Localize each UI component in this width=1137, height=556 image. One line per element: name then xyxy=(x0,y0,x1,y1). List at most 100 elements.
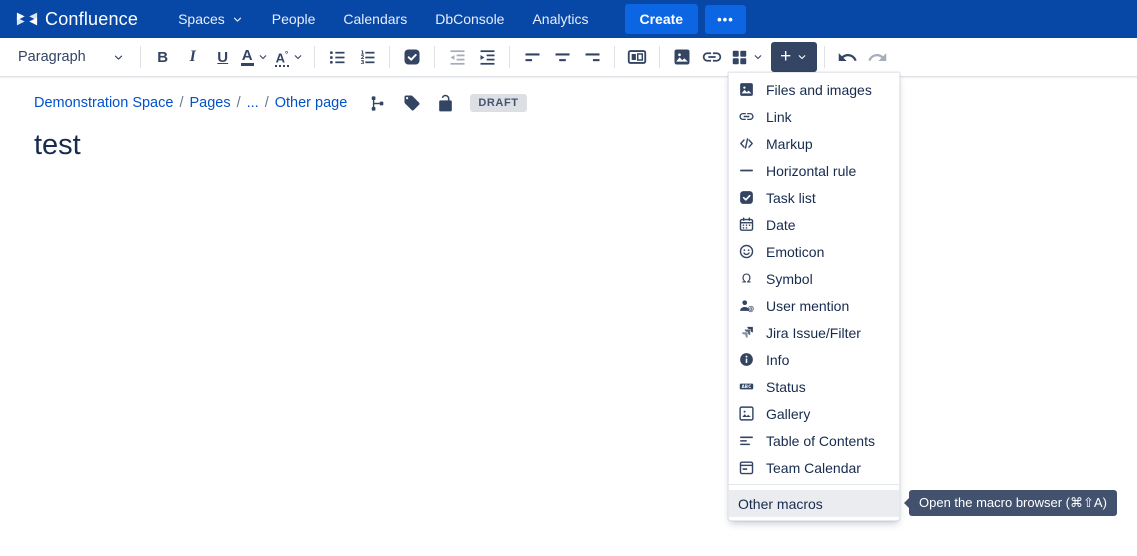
symbol-icon xyxy=(738,270,755,287)
more-text-styles-button[interactable]: A° xyxy=(272,42,308,72)
user-mention-icon xyxy=(738,297,755,314)
ellipsis-icon: ••• xyxy=(717,12,734,27)
insert-menu-item[interactable]: Team Calendar xyxy=(729,454,899,481)
markup-icon xyxy=(738,135,755,152)
chevron-down-icon xyxy=(292,51,304,63)
unlock-icon[interactable] xyxy=(436,94,455,113)
italic-button[interactable]: I xyxy=(178,42,208,72)
toolbar-divider xyxy=(824,46,825,68)
toolbar-divider xyxy=(659,46,660,68)
horizontal-rule-icon xyxy=(738,162,755,179)
nav-item[interactable]: Calendars xyxy=(329,0,421,38)
insert-table-button[interactable] xyxy=(727,42,767,72)
page-layout-button[interactable] xyxy=(622,42,652,72)
indent-button[interactable] xyxy=(472,42,502,72)
align-center-button[interactable] xyxy=(547,42,577,72)
breadcrumb-item: / xyxy=(179,95,183,111)
nav-item[interactable]: Spaces xyxy=(164,0,258,38)
insert-link-button[interactable] xyxy=(697,42,727,72)
table-of-contents-icon xyxy=(738,432,755,449)
insert-menu-item[interactable]: Files and images xyxy=(729,76,899,103)
confluence-editor-page: Confluence Spaces People Calendars DbC xyxy=(0,0,1137,556)
table-icon xyxy=(730,48,749,67)
text-color-button[interactable]: A xyxy=(238,42,272,72)
toolbar-divider xyxy=(614,46,615,68)
redo-icon xyxy=(867,47,888,68)
nav-item[interactable]: Analytics xyxy=(518,0,602,38)
underline-button[interactable]: U xyxy=(208,42,238,72)
task-list-button[interactable] xyxy=(397,42,427,72)
status-icon xyxy=(738,378,755,395)
text-color-icon: A xyxy=(241,48,254,66)
files-and-images-icon xyxy=(738,81,755,98)
top-navigation-bar: Confluence Spaces People Calendars DbC xyxy=(0,0,1137,38)
plus-icon: + xyxy=(780,47,791,66)
insert-image-button[interactable] xyxy=(667,42,697,72)
breadcrumb-item: / xyxy=(265,95,269,111)
breadcrumb-item[interactable]: Demonstration Space xyxy=(34,95,173,111)
insert-menu-item[interactable]: Symbol xyxy=(729,265,899,292)
insert-more-content-button[interactable]: + xyxy=(771,42,817,72)
undo-button[interactable] xyxy=(832,42,862,72)
link-icon xyxy=(701,46,723,68)
align-right-button[interactable] xyxy=(577,42,607,72)
editor-toolbar: Paragraph B I U A A° xyxy=(0,38,1137,77)
insert-menu-item[interactable]: Markup xyxy=(729,130,899,157)
outdent-button xyxy=(442,42,472,72)
insert-menu-item[interactable]: User mention xyxy=(729,292,899,319)
underline-icon: U xyxy=(217,49,228,66)
page-title[interactable]: test xyxy=(34,129,1137,162)
numbered-list-button[interactable] xyxy=(352,42,382,72)
undo-icon xyxy=(837,47,858,68)
breadcrumb-actions xyxy=(369,94,455,113)
chevron-down-icon xyxy=(796,51,808,63)
insert-menu-item[interactable]: Status xyxy=(729,373,899,400)
insert-menu-item[interactable]: Task list xyxy=(729,184,899,211)
page-layout-icon xyxy=(626,46,648,68)
emoticon-icon xyxy=(738,243,755,260)
bold-button[interactable]: B xyxy=(148,42,178,72)
bullet-list-icon xyxy=(327,47,348,68)
insert-menu-item[interactable]: Date xyxy=(729,211,899,238)
text-styles-icon: A° xyxy=(275,47,290,67)
toolbar-divider xyxy=(509,46,510,68)
bullet-list-button[interactable] xyxy=(322,42,352,72)
editor-content-area[interactable]: Demonstration Space / Pages /... / Other page… xyxy=(0,77,1137,162)
nav-more-button[interactable]: ••• xyxy=(705,5,746,34)
insert-menu-item[interactable]: Jira Issue/Filter xyxy=(729,319,899,346)
nav-item[interactable]: DbConsole xyxy=(421,0,518,38)
breadcrumb-item[interactable]: Pages xyxy=(189,95,230,111)
macro-browser-tooltip: Open the macro browser (⌘⇧A) xyxy=(909,490,1117,516)
create-button[interactable]: Create xyxy=(625,4,699,34)
bold-icon: B xyxy=(157,49,168,66)
insert-menu-item[interactable]: Gallery xyxy=(729,400,899,427)
align-left-icon xyxy=(522,47,543,68)
other-macros-item[interactable]: Other macros xyxy=(729,490,899,517)
label-tag-icon[interactable] xyxy=(403,94,421,112)
brand-name: Confluence xyxy=(45,9,138,30)
task-checkbox-icon xyxy=(402,47,422,67)
menu-separator xyxy=(729,484,899,485)
breadcrumb-item[interactable]: Other page xyxy=(275,95,348,111)
insert-menu-item[interactable]: Emoticon xyxy=(729,238,899,265)
insert-menu-item[interactable]: Link xyxy=(729,103,899,130)
page-tree-icon[interactable] xyxy=(369,94,388,113)
breadcrumb-item[interactable]: ... xyxy=(247,95,259,111)
chevron-down-icon xyxy=(257,51,269,63)
nav-menu: Spaces People Calendars DbConsole xyxy=(164,0,602,38)
info-icon xyxy=(738,351,755,368)
insert-menu-item[interactable]: Info xyxy=(729,346,899,373)
image-icon xyxy=(672,47,692,67)
toolbar-divider xyxy=(434,46,435,68)
toolbar-divider xyxy=(314,46,315,68)
breadcrumb-item: / xyxy=(237,95,241,111)
confluence-brand[interactable]: Confluence xyxy=(16,9,138,30)
task-list-icon xyxy=(738,189,755,206)
align-left-button[interactable] xyxy=(517,42,547,72)
paragraph-style-selector[interactable]: Paragraph xyxy=(10,42,133,72)
insert-menu-item[interactable]: Horizontal rule xyxy=(729,157,899,184)
draft-status-badge: DRAFT xyxy=(470,94,526,112)
nav-item[interactable]: People xyxy=(258,0,330,38)
toolbar-divider xyxy=(389,46,390,68)
insert-menu-item[interactable]: Table of Contents xyxy=(729,427,899,454)
